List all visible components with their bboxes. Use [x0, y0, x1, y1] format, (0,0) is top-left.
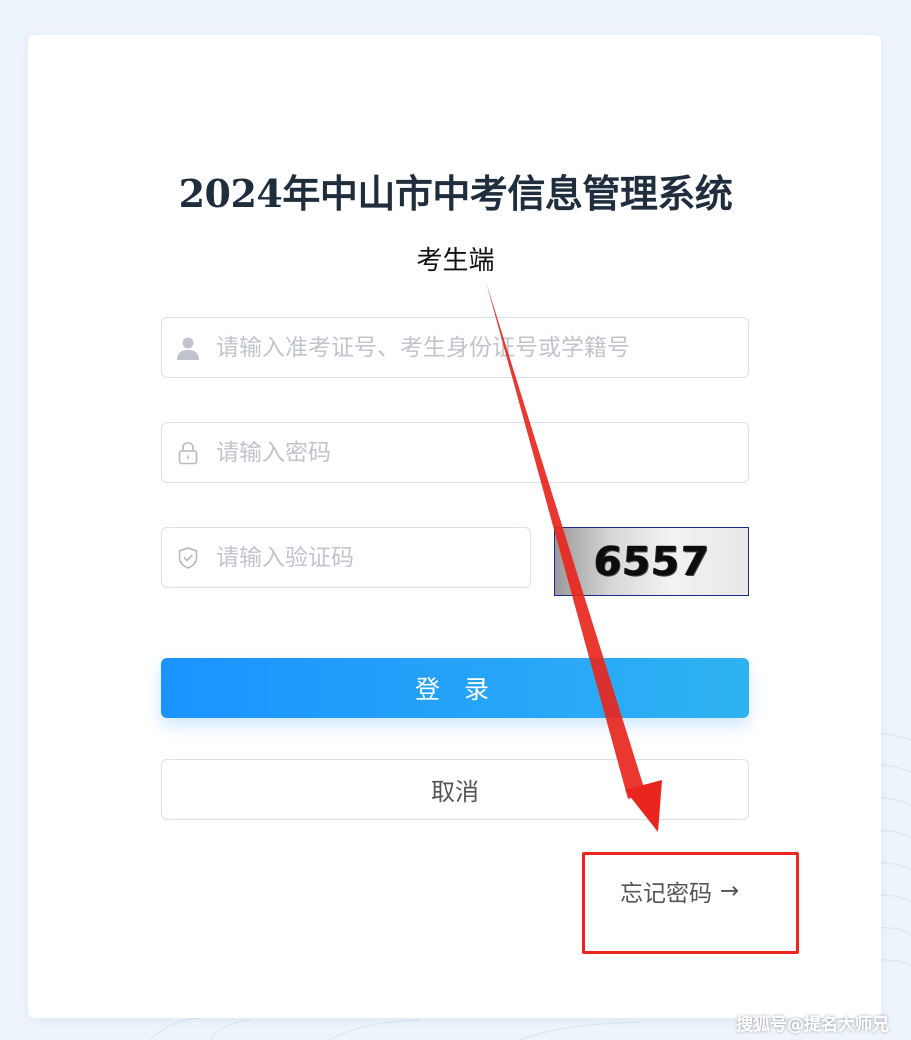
- watermark-text: 搜狐号@提名大师兄: [736, 1015, 889, 1035]
- shield-icon: [164, 528, 212, 587]
- lock-icon: [164, 423, 212, 482]
- verification-code-input[interactable]: [212, 528, 530, 587]
- login-button[interactable]: 登 录: [161, 658, 749, 718]
- cancel-button[interactable]: 取消: [161, 759, 749, 820]
- verification-code-field[interactable]: [161, 527, 531, 588]
- password-input[interactable]: [212, 423, 748, 482]
- page-title: 2024年中山市中考信息管理系统: [178, 171, 733, 216]
- annotation-highlight-box: [582, 852, 799, 954]
- captcha-image[interactable]: 6557: [554, 527, 749, 596]
- captcha-text: 6557: [592, 538, 711, 585]
- user-icon: [164, 318, 212, 377]
- username-field[interactable]: [161, 317, 749, 378]
- page-subtitle: 考生端: [416, 246, 495, 276]
- username-input[interactable]: [212, 318, 748, 377]
- password-field[interactable]: [161, 422, 749, 483]
